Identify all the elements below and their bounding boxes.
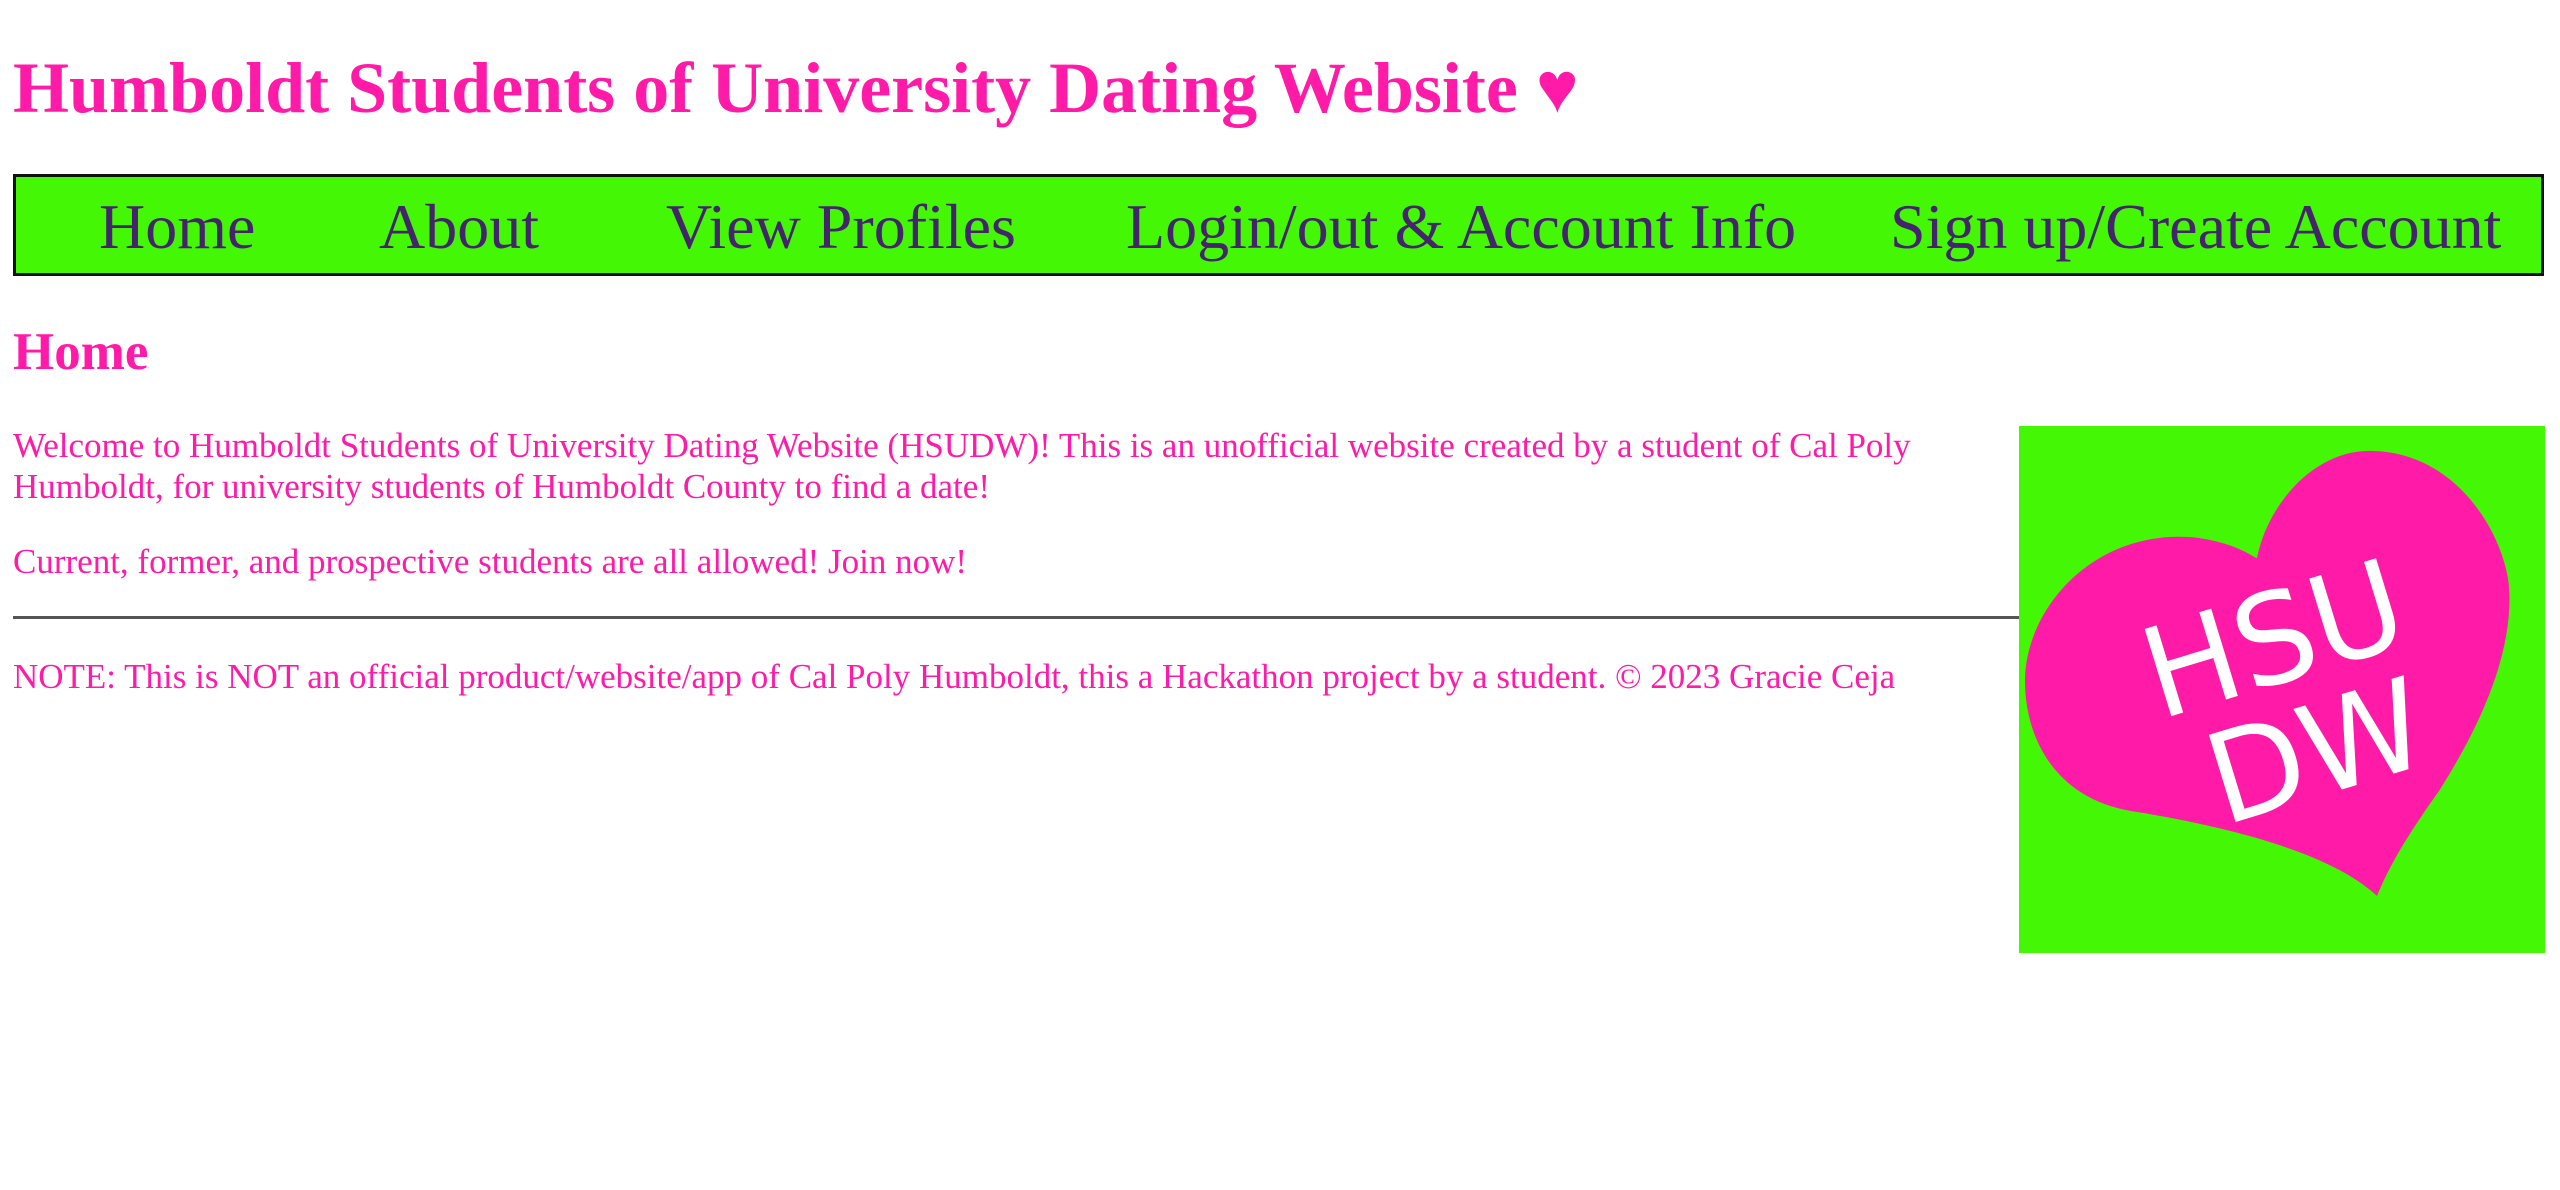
nav-about-link[interactable]: About xyxy=(379,191,539,263)
nav-login-account-link[interactable]: Login/out & Account Info xyxy=(1126,191,1796,263)
page-title: Humboldt Students of University Dating W… xyxy=(13,48,1579,128)
section-heading: Home xyxy=(13,323,149,381)
divider xyxy=(13,616,2019,619)
join-paragraph: Current, former, and prospective student… xyxy=(13,542,968,581)
hsudw-logo: HSU DW xyxy=(2019,426,2545,953)
footer-note: NOTE: This is NOT an official product/we… xyxy=(13,657,1896,696)
intro-paragraph: Welcome to Humboldt Students of Universi… xyxy=(13,426,1911,506)
nav-view-profiles-link[interactable]: View Profiles xyxy=(666,191,1016,263)
heart-logo-icon: HSU DW xyxy=(2024,450,2510,896)
main-nav: Home About View Profiles Login/out & Acc… xyxy=(13,174,2544,276)
nav-home-link[interactable]: Home xyxy=(99,191,255,263)
nav-signup-link[interactable]: Sign up/Create Account xyxy=(1890,191,2501,263)
